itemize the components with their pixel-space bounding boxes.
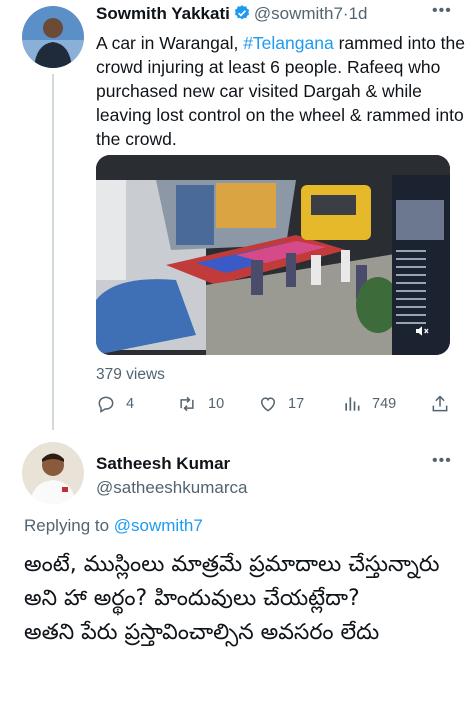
tweet-actions: 4 10 17 749 — [96, 394, 456, 418]
verified-badge-icon — [233, 4, 251, 27]
tweet-text-part: A car in Warangal, — [96, 33, 244, 53]
tweet-text: A car in Warangal, #Telangana rammed int… — [96, 31, 466, 151]
reply-button[interactable]: 4 — [96, 394, 134, 414]
reply-text: అంటే, ముస్లింలు మాత్రమే ప్రమాదాలు చేస్తు… — [24, 548, 464, 650]
views-icon — [345, 397, 360, 411]
mute-icon[interactable] — [414, 323, 430, 339]
hashtag-link[interactable]: #Telangana — [243, 33, 334, 53]
share-button[interactable] — [430, 394, 460, 414]
views-button[interactable]: 749 — [342, 394, 396, 414]
views-count: 749 — [372, 396, 397, 412]
video-player[interactable] — [96, 155, 450, 355]
more-icon[interactable]: ••• — [432, 2, 452, 20]
retweet-button[interactable]: 10 — [176, 394, 224, 414]
reply-text-line: అంటే, ముస్లింలు మాత్రమే ప్రమాదాలు చేస్తు… — [24, 552, 440, 611]
author-avatar[interactable] — [22, 6, 84, 68]
reply-icon — [98, 396, 114, 413]
author-name[interactable]: Sowmith Yakkati — [96, 4, 230, 23]
thread-connector-line — [52, 74, 54, 430]
share-icon — [432, 395, 448, 412]
reply-more-icon[interactable]: ••• — [432, 452, 452, 470]
replying-prefix: Replying to — [24, 516, 114, 535]
author-handle[interactable]: @sowmith7 — [254, 4, 343, 23]
reply-count: 4 — [126, 396, 135, 412]
view-count-label: 379 views — [96, 366, 165, 383]
retweet-count: 10 — [208, 396, 225, 412]
like-count: 17 — [288, 396, 305, 412]
tweet-header: Sowmith Yakkati @sowmith7·1d — [96, 4, 368, 27]
replying-to-line: Replying to @sowmith7 — [24, 516, 203, 536]
reply-author-name[interactable]: Satheesh Kumar — [96, 454, 230, 474]
like-icon — [260, 397, 276, 412]
tweet-time[interactable]: 1d — [349, 4, 368, 23]
reply-author-handle[interactable]: @satheeshkumarca — [96, 478, 247, 498]
retweet-icon — [180, 396, 194, 412]
reply-author-avatar[interactable] — [22, 442, 84, 504]
reply-text-line: అతని పేరు ప్రస్తావించాల్సిన అవసరం లేదు — [24, 620, 380, 645]
replying-to-mention[interactable]: @sowmith7 — [114, 516, 203, 535]
like-button[interactable]: 17 — [258, 394, 304, 414]
